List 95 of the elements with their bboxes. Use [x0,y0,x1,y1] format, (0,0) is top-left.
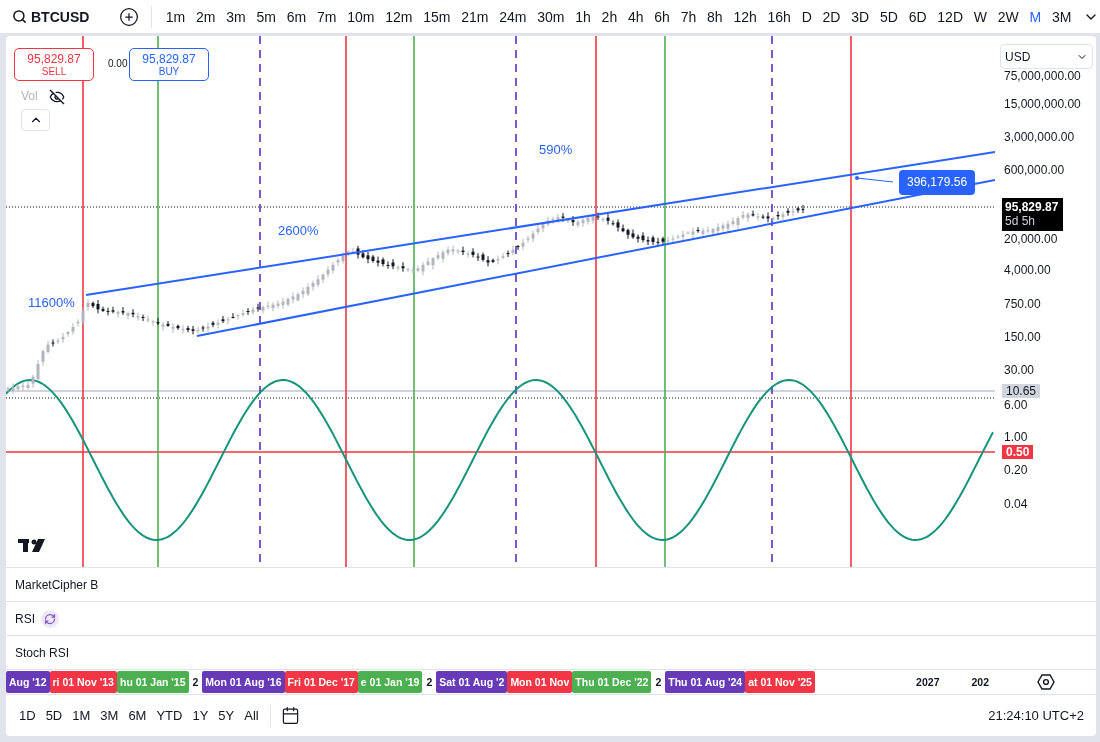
axis-label: 1.00 [1004,430,1028,444]
timeframe-button[interactable]: 1m [160,8,191,25]
value-marker: 10.65 [1002,384,1041,398]
range-button[interactable]: 3M [95,708,124,723]
date-label: hu 01 Jan '15 [116,671,189,693]
timeframe-button[interactable]: W [968,8,993,25]
timeframe-button[interactable]: 12h [728,8,763,25]
range-button[interactable]: 1D [14,708,41,723]
date-label: at 01 Nov '25 [745,671,815,693]
timeframe-button[interactable]: 6D [903,8,932,25]
range-button[interactable]: 5D [40,708,68,723]
pane-title: RSI [15,611,35,626]
axis-label: 750.00 [1004,297,1041,311]
search-icon [12,9,27,24]
timeframe-button[interactable]: M [1024,8,1047,25]
timeframe-button[interactable]: 21m [455,8,494,25]
timeframe-button[interactable]: 8h [701,8,728,25]
trend-line[interactable] [196,179,995,337]
price-callout: 396,179.56 [899,170,976,195]
timeframe-button[interactable]: 16h [762,8,797,25]
buy-button[interactable]: 95,829.87 BUY [129,48,209,81]
date-label: ri 01 Nov '13 [49,671,117,693]
date-label: 2 [425,675,434,690]
collapse-button[interactable] [21,109,50,131]
axis-label: 3,000,000.00 [1004,130,1075,144]
clock-label: 21:24:10 UTC+2 [988,708,1084,723]
timeframe-button[interactable]: 30m [531,8,570,25]
date-label: Mon 01 Nov [507,671,573,693]
sell-button[interactable]: 95,829.87 SELL [14,48,94,81]
date-label: Fri 01 Dec '17 [284,671,358,693]
symbol-search[interactable]: BTCUSD [8,8,94,25]
timeframe-button[interactable]: 2h [596,8,623,25]
date-label: Aug '12 [6,671,50,693]
volume-label: Vol [21,89,38,103]
axis-label: 30.00 [1004,363,1035,377]
timeframe-button[interactable]: 3D [845,8,875,25]
timeframe-button[interactable]: 12D [931,8,969,25]
percent-label: 2600% [278,223,319,238]
date-label: Thu 01 Aug '24 [665,671,746,693]
axis-label: 0.04 [1004,497,1028,511]
range-button[interactable]: 5Y [213,708,240,723]
timeframe-button[interactable]: 1h [569,8,597,25]
range-button[interactable]: 6M [123,708,152,723]
pane-title: Stoch RSI [15,645,70,660]
add-symbol-icon[interactable] [119,6,140,27]
axis-label: 0.20 [1004,463,1028,477]
range-button[interactable]: 1M [67,708,96,723]
timeframe-button[interactable]: 2D [817,8,846,25]
axis-label: 4,000.00 [1004,263,1051,277]
logo-icon [18,539,45,552]
axis-label: 20,000.00 [1004,232,1058,246]
eye-off-icon[interactable] [49,89,65,105]
timeframe-button[interactable]: 15m [417,8,456,25]
date-label: Thu 01 Dec '22 [572,671,652,693]
date-label: 2 [654,675,663,690]
timeframe-button[interactable]: 5m [251,8,282,25]
date-label: 2027 [915,675,941,690]
timeframe-button[interactable]: D [796,8,818,25]
timeframe-button[interactable]: 2m [190,8,221,25]
date-label: 202 [970,675,990,690]
range-button[interactable]: 1Y [187,708,214,723]
date-label: Sat 01 Aug '2 [436,671,508,693]
timeframe-button[interactable]: 6m [281,8,312,25]
percent-label: 590% [539,142,573,157]
timeframe-button[interactable]: 7h [675,8,702,25]
date-label: e 01 Jan '19 [357,671,423,693]
timeframe-button[interactable]: 7m [311,8,342,25]
timeframe-button[interactable]: 2W [992,8,1025,25]
timeframe-button[interactable]: 24m [493,8,532,25]
timeframe-button[interactable]: 3m [220,8,252,25]
timeframe-button[interactable]: 10m [341,8,380,25]
range-button[interactable]: All [239,708,264,723]
timeframe-button[interactable]: 6h [648,8,676,25]
date-label: Mon 01 Aug '16 [202,671,285,693]
axis-label: 75,000,000.00 [1004,69,1081,83]
pane-title: MarketCipher B [15,577,99,592]
calendar-icon[interactable] [280,706,300,725]
axis-label: 6.00 [1004,398,1028,412]
timeframe-button[interactable]: 4h [622,8,649,25]
currency-select[interactable]: USD [1000,44,1093,69]
value-marker: 0.50 [1002,445,1034,459]
date-label: 2 [191,675,200,690]
timeframe-button[interactable]: 12m [379,8,418,25]
last-price-label: 95,829.87 5d 5h [1002,198,1063,231]
timeframe-button[interactable]: 5D [874,8,904,25]
percent-label: 11600% [28,295,75,310]
axis-label: 150.00 [1004,330,1041,344]
spread-value: 0.00 [108,58,128,69]
anchor-point [855,176,859,180]
settings-icon[interactable] [1036,674,1055,690]
range-button[interactable]: YTD [151,708,188,723]
timeframe-button[interactable]: 3M [1046,8,1077,25]
axis-label: 600,000.00 [1004,163,1065,177]
axis-label: 15,000,000.00 [1004,97,1081,111]
leader-line [856,177,894,183]
